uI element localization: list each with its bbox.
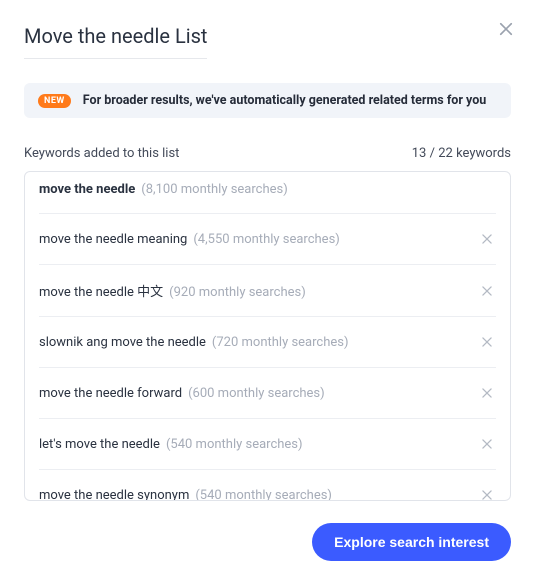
- keyword-text: let's move the needle (540 monthly search…: [39, 437, 303, 452]
- modal-footer: Explore search interest: [24, 523, 511, 561]
- keyword-meta: (720 monthly searches): [212, 335, 349, 350]
- close-icon: [480, 335, 494, 349]
- keyword-name: move the needle meaning: [39, 232, 187, 247]
- remove-keyword-button[interactable]: [478, 435, 496, 453]
- keyword-name: move the needle: [39, 182, 135, 197]
- keyword-counter: 13 / 22 keywords: [412, 146, 511, 161]
- keyword-row: move the needle forward (600 monthly sear…: [39, 368, 496, 419]
- keyword-row: move the needle (8,100 monthly searches): [39, 172, 496, 214]
- keyword-text: move the needle 中文 (920 monthly searches): [39, 281, 306, 300]
- new-badge: NEW: [38, 94, 71, 108]
- list-header-label: Keywords added to this list: [24, 146, 179, 161]
- keyword-text: move the needle synonym (540 monthly sear…: [39, 488, 332, 501]
- keyword-name: move the needle forward: [39, 386, 182, 401]
- close-icon: [497, 20, 515, 38]
- close-icon: [480, 284, 494, 298]
- keyword-list-container: move the needle(8,100 monthly searches)m…: [24, 171, 511, 501]
- list-header: Keywords added to this list 13 / 22 keyw…: [24, 146, 511, 161]
- remove-keyword-button[interactable]: [478, 333, 496, 351]
- keyword-name: move the needle synonym: [39, 488, 189, 501]
- keyword-text: move the needle meaning (4,550 monthly se…: [39, 232, 340, 247]
- remove-keyword-button[interactable]: [478, 230, 496, 248]
- keyword-row: let's move the needle (540 monthly search…: [39, 419, 496, 470]
- keyword-name: move the needle 中文: [39, 281, 163, 300]
- keyword-name: let's move the needle: [39, 437, 160, 452]
- keyword-meta: (4,550 monthly searches): [193, 232, 339, 247]
- close-icon: [480, 232, 494, 246]
- keyword-meta: (920 monthly searches): [169, 285, 306, 300]
- keyword-row: move the needle synonym (540 monthly sear…: [39, 470, 496, 500]
- close-icon: [480, 437, 494, 451]
- remove-keyword-button[interactable]: [478, 384, 496, 402]
- keyword-list-scroll[interactable]: move the needle(8,100 monthly searches)m…: [25, 172, 510, 500]
- close-icon: [480, 488, 494, 500]
- keyword-text: slownik ang move the needle (720 monthly …: [39, 335, 349, 350]
- keyword-row: move the needle 中文 (920 monthly searches): [39, 265, 496, 317]
- modal-title: Move the needle List: [24, 24, 207, 59]
- info-banner: NEW For broader results, we've automatic…: [24, 83, 511, 118]
- keyword-meta: (8,100 monthly searches): [141, 182, 287, 197]
- keyword-text: move the needle (8,100 monthly searches): [39, 182, 288, 197]
- explore-button[interactable]: Explore search interest: [312, 523, 511, 561]
- remove-keyword-button[interactable]: [478, 486, 496, 500]
- keyword-row: move the needle meaning (4,550 monthly se…: [39, 214, 496, 265]
- close-icon: [480, 386, 494, 400]
- keyword-name: slownik ang move the needle: [39, 335, 206, 350]
- banner-text: For broader results, we've automatically…: [83, 93, 487, 108]
- keyword-row: slownik ang move the needle (720 monthly …: [39, 317, 496, 368]
- keyword-meta: (600 monthly searches): [188, 386, 325, 401]
- keyword-meta: (540 monthly searches): [195, 488, 332, 501]
- keyword-text: move the needle forward (600 monthly sear…: [39, 386, 325, 401]
- close-modal-button[interactable]: [495, 18, 517, 40]
- keyword-meta: (540 monthly searches): [166, 437, 303, 452]
- remove-keyword-button[interactable]: [478, 282, 496, 300]
